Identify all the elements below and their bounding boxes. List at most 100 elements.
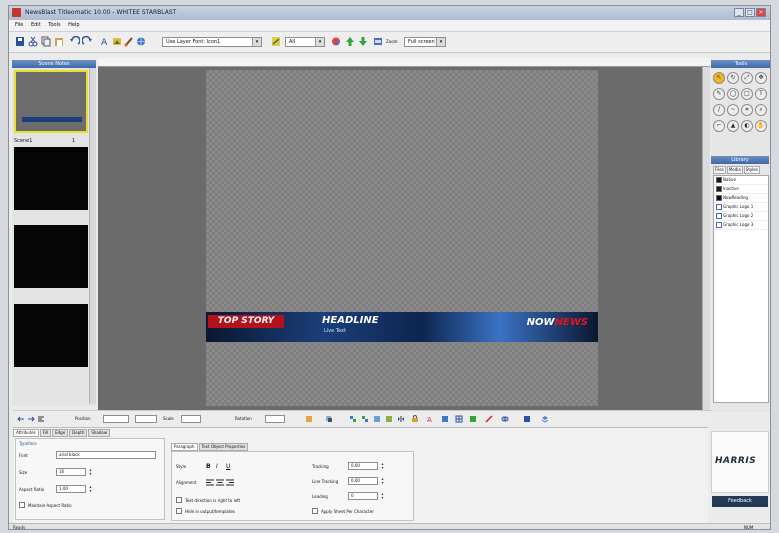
- tab-depth[interactable]: Depth: [69, 429, 88, 437]
- scenes-scrollbar[interactable]: [89, 68, 96, 404]
- menu-file[interactable]: File: [15, 20, 23, 31]
- scene-thumbnail[interactable]: [14, 304, 88, 367]
- table-icon[interactable]: [469, 415, 477, 423]
- tracking-stepper[interactable]: ▴ ▾: [380, 462, 385, 470]
- menu-edit[interactable]: Edit: [31, 20, 41, 31]
- effects-icon[interactable]: [485, 415, 493, 423]
- tab-edge[interactable]: Edge: [52, 429, 69, 437]
- shape-tool-icon[interactable]: ◯: [727, 88, 739, 100]
- shadow-icon[interactable]: [325, 415, 333, 423]
- rect-tool-icon[interactable]: □: [741, 88, 753, 100]
- move-up-icon[interactable]: [345, 36, 355, 47]
- align-left-icon[interactable]: [206, 479, 214, 486]
- menu-help[interactable]: Help: [68, 20, 79, 31]
- rotation-field[interactable]: [265, 415, 285, 423]
- zoom-select[interactable]: Full screen ▾: [404, 37, 446, 47]
- align-right-icon[interactable]: [226, 479, 234, 486]
- top-story-badge[interactable]: TOP STORY: [208, 315, 284, 328]
- text-tool-icon[interactable]: T: [755, 88, 767, 100]
- hand-tool-icon[interactable]: ✋: [755, 120, 767, 132]
- bring-front-icon[interactable]: [373, 415, 381, 423]
- move-down-icon[interactable]: [358, 36, 368, 47]
- gradient-tool-icon[interactable]: ◐: [741, 120, 753, 132]
- rotate-tool-icon[interactable]: ↻: [727, 72, 739, 84]
- arrow-right-icon[interactable]: [27, 415, 35, 423]
- palette-icon[interactable]: [331, 36, 341, 47]
- channel-logo[interactable]: NOWNEWS: [527, 317, 588, 328]
- font-field[interactable]: arial black: [56, 451, 156, 459]
- scene-thumbnail[interactable]: [14, 147, 88, 210]
- pen-tool-icon[interactable]: ✎: [713, 88, 725, 100]
- tab-attributes[interactable]: Attributes: [13, 429, 39, 437]
- curve-tool-icon[interactable]: ~: [727, 104, 739, 116]
- tab-files[interactable]: Files: [713, 166, 726, 174]
- scene-thumbnail-selected[interactable]: [14, 70, 88, 133]
- tab-shadow[interactable]: Shadow: [88, 429, 111, 437]
- color-icon[interactable]: [523, 415, 531, 423]
- arrow-left-icon[interactable]: [17, 415, 25, 423]
- list-item[interactable]: NowReading: [714, 194, 768, 203]
- settings-icon[interactable]: [373, 36, 383, 47]
- line-tracking-stepper[interactable]: ▴ ▾: [380, 477, 385, 485]
- tab-media[interactable]: Media: [726, 166, 743, 174]
- cut-icon[interactable]: [28, 36, 38, 47]
- subline-text[interactable]: Live Text: [324, 328, 346, 334]
- canvas-scrollbar[interactable]: [702, 67, 710, 410]
- undo-icon[interactable]: [70, 36, 80, 47]
- list-item[interactable]: Inactive: [714, 185, 768, 194]
- scale-tool-icon[interactable]: ⤢: [741, 72, 753, 84]
- crop-tool-icon[interactable]: ⌗: [741, 104, 753, 116]
- move-tool-icon[interactable]: ✥: [755, 72, 767, 84]
- lock-icon[interactable]: [411, 415, 419, 423]
- text-tool-icon[interactable]: A: [100, 36, 110, 47]
- list-item[interactable]: Graphic Logo 3: [714, 221, 768, 230]
- paste-icon[interactable]: [54, 36, 64, 47]
- feedback-button[interactable]: Feedback: [712, 496, 768, 507]
- select-tool-icon[interactable]: ↖: [713, 72, 725, 84]
- flip-icon[interactable]: [397, 415, 405, 423]
- lower-third-graphic[interactable]: TOP STORY HEADLINE Live Text NOWNEWS: [206, 312, 598, 342]
- line-tracking-field[interactable]: 0.00: [348, 477, 378, 485]
- position-y-field[interactable]: [135, 415, 157, 423]
- tracking-field[interactable]: 0.00: [348, 462, 378, 470]
- leading-stepper[interactable]: ▴ ▾: [380, 492, 385, 500]
- redo-icon[interactable]: [82, 36, 92, 47]
- image-edit-icon[interactable]: [441, 415, 449, 423]
- fill-tool-icon[interactable]: ▲: [727, 120, 739, 132]
- brush-icon[interactable]: [124, 36, 134, 47]
- send-back-icon[interactable]: [385, 415, 393, 423]
- list-item[interactable]: Native: [714, 176, 768, 185]
- minimize-button[interactable]: _: [734, 8, 744, 17]
- position-x-field[interactable]: [103, 415, 129, 423]
- copy-icon[interactable]: [41, 36, 51, 47]
- aspect-stepper[interactable]: ▴ ▾: [88, 485, 93, 493]
- tab-text-object-properties[interactable]: Text Object Properties: [198, 443, 249, 451]
- grid-icon[interactable]: [455, 415, 463, 423]
- aspect-field[interactable]: 1.00: [56, 485, 86, 493]
- eyedropper-tool-icon[interactable]: ⌐: [713, 120, 725, 132]
- leading-field[interactable]: 0: [348, 492, 378, 500]
- style-select[interactable]: All ▾: [285, 37, 325, 47]
- scene-thumbnail[interactable]: [14, 225, 88, 288]
- underline-button[interactable]: U: [226, 463, 230, 470]
- style-preset-icon[interactable]: [271, 36, 281, 47]
- design-canvas[interactable]: TOP STORY HEADLINE Live Text NOWNEWS: [206, 70, 598, 406]
- maintain-aspect-checkbox[interactable]: [19, 502, 25, 508]
- line-tool-icon[interactable]: /: [713, 104, 725, 116]
- link-icon[interactable]: [501, 415, 509, 423]
- image-icon[interactable]: [112, 36, 122, 47]
- paint-icon[interactable]: [305, 415, 313, 423]
- close-button[interactable]: ×: [756, 8, 766, 17]
- size-stepper[interactable]: ▴ ▾: [88, 468, 93, 476]
- list-item[interactable]: Graphic Logo 1: [714, 203, 768, 212]
- italic-button[interactable]: I: [216, 463, 218, 470]
- ungroup-icon[interactable]: [361, 415, 369, 423]
- maximize-button[interactable]: □: [745, 8, 755, 17]
- tab-fill[interactable]: Fill: [39, 429, 52, 437]
- hide-checkbox[interactable]: [176, 508, 182, 514]
- size-field[interactable]: 16: [56, 468, 86, 476]
- apply-per-char-checkbox[interactable]: [312, 508, 318, 514]
- menu-tools[interactable]: Tools: [48, 20, 60, 31]
- globe-icon[interactable]: [136, 36, 146, 47]
- font-select[interactable]: Use Layer Font: Icon1 ▾: [162, 37, 262, 47]
